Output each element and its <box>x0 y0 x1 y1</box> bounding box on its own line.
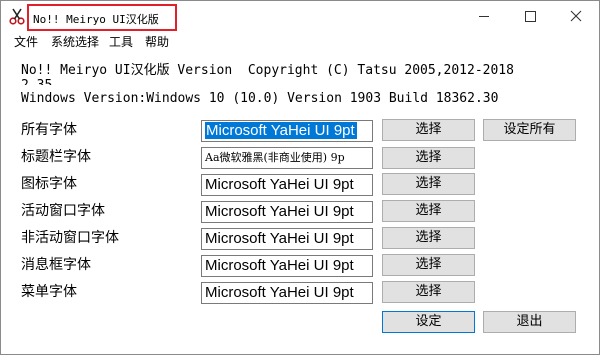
maximize-button[interactable] <box>507 1 553 31</box>
menu-tools[interactable]: 工具 <box>109 33 133 50</box>
inactive-window-font-field[interactable]: Microsoft YaHei UI 9pt <box>201 228 373 250</box>
label-inactive-window-font: 非活动窗口字体 <box>21 230 119 246</box>
label-menu-font: 菜单字体 <box>21 284 77 300</box>
select-all-fonts-button[interactable]: 选择 <box>382 119 475 141</box>
menu-system-select[interactable]: 系统选择 <box>51 33 99 50</box>
ok-button[interactable]: 设定 <box>382 311 475 333</box>
select-message-box-font-button[interactable]: 选择 <box>382 254 475 276</box>
maximize-icon <box>524 10 536 22</box>
message-box-font-field[interactable]: Microsoft YaHei UI 9pt <box>201 255 373 277</box>
label-icon-font: 图标字体 <box>21 176 77 192</box>
minimize-button[interactable] <box>461 1 507 31</box>
app-scissors-icon[interactable] <box>9 8 25 25</box>
title-bar[interactable]: No!! Meiryo UI汉化版 <box>1 1 599 31</box>
menu-help[interactable]: 帮助 <box>145 33 169 50</box>
all-fonts-field[interactable]: Microsoft YaHei UI 9pt <box>201 120 373 142</box>
windows-version-text: Windows Version:Windows 10 (10.0) Versio… <box>21 91 499 106</box>
version-copyright-text: No!! Meiryo UI汉化版 Version Copyright (C) … <box>21 63 514 78</box>
all-fonts-value: Microsoft YaHei UI 9pt <box>205 122 357 139</box>
label-titlebar-font: 标题栏字体 <box>21 149 91 165</box>
close-button[interactable] <box>553 1 599 31</box>
menu-file[interactable]: 文件 <box>14 33 38 50</box>
label-all-fonts: 所有字体 <box>21 122 77 138</box>
menu-bar: 文件 系统选择 工具 帮助 <box>1 31 599 51</box>
select-menu-font-button[interactable]: 选择 <box>382 281 475 303</box>
select-icon-font-button[interactable]: 选择 <box>382 173 475 195</box>
exit-button[interactable]: 退出 <box>483 311 576 333</box>
select-active-window-font-button[interactable]: 选择 <box>382 200 475 222</box>
active-window-font-field[interactable]: Microsoft YaHei UI 9pt <box>201 201 373 223</box>
title-highlight-box: No!! Meiryo UI汉化版 <box>27 4 177 31</box>
set-all-button[interactable]: 设定所有 <box>483 119 576 141</box>
select-inactive-window-font-button[interactable]: 选择 <box>382 227 475 249</box>
label-message-box-font: 消息框字体 <box>21 257 91 273</box>
icon-font-field[interactable]: Microsoft YaHei UI 9pt <box>201 174 373 196</box>
window-title: No!! Meiryo UI汉化版 <box>33 13 159 26</box>
minimize-icon <box>479 15 489 17</box>
label-active-window-font: 活动窗口字体 <box>21 203 105 219</box>
titlebar-font-field[interactable]: Aa微软雅黑(非商业使用) 9p <box>201 147 373 169</box>
app-window: No!! Meiryo UI汉化版 文件 系统选择 工具 帮助 No!! Mei… <box>0 0 600 355</box>
close-icon <box>570 10 582 22</box>
menu-font-field[interactable]: Microsoft YaHei UI 9pt <box>201 282 373 304</box>
select-titlebar-font-button[interactable]: 选择 <box>382 147 475 169</box>
version-overflow-text: 2.35 <box>21 78 52 85</box>
